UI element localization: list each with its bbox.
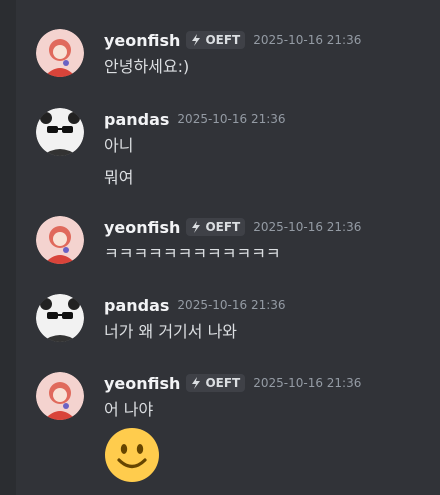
avatar-pandas[interactable] (36, 294, 84, 342)
avatar-yeonfish[interactable] (36, 372, 84, 420)
message-timestamp[interactable]: 2025-10-16 21:36 (253, 33, 361, 47)
lightning-icon (192, 221, 201, 233)
message-text: 어 나야 (104, 400, 154, 419)
message-group: yeonfish OEFT 2025-10-16 21:36 안녕하세요:) (16, 29, 440, 89)
message-group: yeonfish OEFT 2025-10-16 21:36 ㅋㅋㅋㅋㅋㅋㅋㅋㅋ… (16, 216, 440, 276)
message-header: yeonfish OEFT 2025-10-16 21:36 (104, 29, 361, 51)
message-header: yeonfish OEFT 2025-10-16 21:36 (104, 372, 361, 394)
username[interactable]: yeonfish (104, 218, 180, 237)
message-header: pandas 2025-10-16 21:36 (104, 108, 286, 130)
server-tag-label: OEFT (205, 220, 241, 234)
message-text: 아니 (104, 136, 134, 155)
username[interactable]: pandas (104, 296, 169, 315)
server-tag-label: OEFT (205, 376, 241, 390)
message-timestamp[interactable]: 2025-10-16 21:36 (177, 298, 285, 312)
username[interactable]: yeonfish (104, 31, 180, 50)
channel-left-edge (0, 0, 16, 495)
message-header: pandas 2025-10-16 21:36 (104, 294, 286, 316)
message-text: 안녕하세요:) (104, 57, 190, 76)
message-timestamp[interactable]: 2025-10-16 21:36 (253, 376, 361, 390)
message-text: 너가 왜 거기서 나와 (104, 322, 238, 341)
server-tag[interactable]: OEFT (186, 374, 246, 392)
message-header: yeonfish OEFT 2025-10-16 21:36 (104, 216, 361, 238)
server-tag[interactable]: OEFT (186, 31, 246, 49)
lightning-icon (192, 377, 201, 389)
message-text: ㅋㅋㅋㅋㅋㅋㅋㅋㅋㅋㅋㅋ (104, 244, 281, 263)
avatar-pandas[interactable] (36, 108, 84, 156)
message-group: pandas 2025-10-16 21:36 너가 왜 거기서 나와 (16, 294, 440, 354)
message-group: yeonfish OEFT 2025-10-16 21:36 어 나야 (16, 372, 440, 492)
message-group: pandas 2025-10-16 21:36 아니 뭐여 (16, 108, 440, 188)
message-timestamp[interactable]: 2025-10-16 21:36 (177, 112, 285, 126)
avatar-yeonfish[interactable] (36, 29, 84, 77)
slightly-smiling-face-icon[interactable] (104, 427, 160, 483)
server-tag-label: OEFT (205, 33, 241, 47)
avatar-yeonfish[interactable] (36, 216, 84, 264)
message-timestamp[interactable]: 2025-10-16 21:36 (253, 220, 361, 234)
username[interactable]: yeonfish (104, 374, 180, 393)
server-tag[interactable]: OEFT (186, 218, 246, 236)
lightning-icon (192, 34, 201, 46)
message-text: 뭐여 (104, 168, 134, 187)
username[interactable]: pandas (104, 110, 169, 129)
